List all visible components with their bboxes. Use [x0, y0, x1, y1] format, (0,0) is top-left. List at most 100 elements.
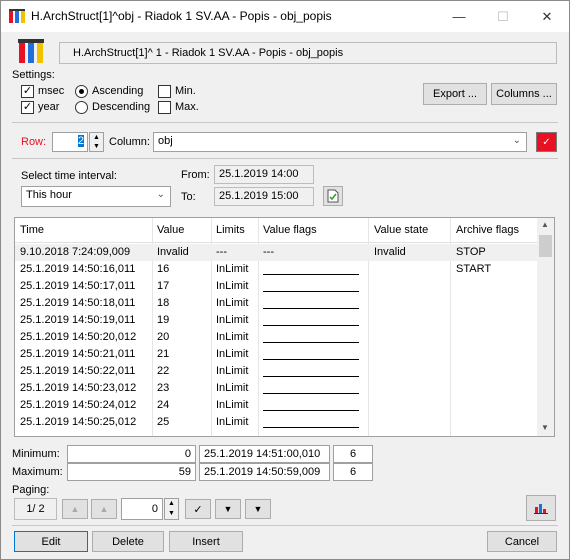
- table-row[interactable]: 25.1.2019 14:50:16,011 16 InLimit START: [15, 261, 539, 278]
- separator: [12, 122, 558, 123]
- cell-limits: InLimit: [216, 416, 249, 428]
- cell-limits: ---: [216, 246, 227, 258]
- vertical-scrollbar[interactable]: ▲ ▼: [537, 218, 554, 436]
- app-icon: [9, 9, 25, 23]
- column-header-limits[interactable]: Limits: [216, 224, 245, 236]
- document-icon: [327, 189, 339, 203]
- max-checkbox[interactable]: [158, 101, 171, 114]
- cell-time: 25.1.2019 14:50:16,011: [20, 263, 136, 275]
- table-row[interactable]: 25.1.2019 14:50:20,012 20 InLimit: [15, 329, 539, 346]
- edit-button[interactable]: Edit: [14, 531, 88, 552]
- column-header-time[interactable]: Time: [20, 224, 44, 236]
- color-picker-button[interactable]: ✓: [536, 132, 557, 152]
- from-label: From:: [181, 169, 210, 181]
- previous-page-button[interactable]: ▲: [91, 499, 117, 519]
- last-page-button[interactable]: ▼: [245, 499, 271, 519]
- table-row[interactable]: 25.1.2019 14:50:18,011 18 InLimit: [15, 295, 539, 312]
- cell-limits: InLimit: [216, 399, 249, 411]
- table-row[interactable]: 25.1.2019 14:50:17,011 17 InLimit: [15, 278, 539, 295]
- cancel-button[interactable]: Cancel: [487, 531, 557, 552]
- interval-select[interactable]: This hour ⌄: [21, 186, 171, 207]
- scroll-down-icon[interactable]: ▼: [541, 423, 549, 432]
- column-header-value[interactable]: Value: [157, 224, 184, 236]
- separator: [12, 158, 558, 159]
- cell-value: 20: [157, 331, 170, 343]
- calendar-button[interactable]: [323, 186, 343, 206]
- ascending-radio[interactable]: [75, 85, 88, 98]
- cell-value: 18: [157, 297, 170, 309]
- interval-label: Select time interval:: [21, 170, 117, 182]
- cell-time: 25.1.2019 14:50:23,012: [20, 382, 137, 394]
- cell-value: 17: [157, 280, 170, 292]
- table-row[interactable]: 9.10.2018 7:24:09,009 Invalid --- --- Invali…: [15, 244, 539, 261]
- export-button[interactable]: Export ...: [423, 83, 487, 105]
- cell-time: 9.10.2018 7:24:09,009: [20, 246, 131, 258]
- table-row[interactable]: 25.1.2019 14:50:24,012 24 InLimit: [15, 397, 539, 414]
- scroll-up-icon[interactable]: ▲: [541, 220, 549, 229]
- cell-flags: ---: [263, 246, 274, 258]
- column-header-archive-flags[interactable]: Archive flags: [456, 224, 519, 236]
- column-header-value-state[interactable]: Value state: [374, 224, 428, 236]
- row-input[interactable]: 2: [52, 132, 88, 152]
- cell-value: 16: [157, 263, 170, 275]
- object-name-field: H.ArchStruct[1]^ 1 - Riadok 1 SV.AA - Po…: [59, 42, 557, 64]
- maximum-time: 25.1.2019 14:50:59,009: [199, 463, 330, 481]
- next-page-icon: ▼: [223, 504, 233, 514]
- to-field: 25.1.2019 15:00: [214, 187, 314, 206]
- table-row[interactable]: 25.1.2019 14:50:23,012 23 InLimit: [15, 380, 539, 397]
- cell-limits: InLimit: [216, 382, 249, 394]
- row-spinner[interactable]: ▲ ▼: [89, 132, 104, 152]
- value-flags-line: [263, 359, 359, 360]
- cell-time: 25.1.2019 14:50:20,012: [20, 331, 137, 343]
- page-indicator: 1/ 2: [14, 498, 57, 520]
- insert-button[interactable]: Insert: [169, 531, 243, 552]
- scroll-thumb[interactable]: [539, 235, 552, 257]
- cell-limits: InLimit: [216, 280, 249, 292]
- msec-label: msec: [38, 85, 65, 97]
- table-row[interactable]: 25.1.2019 14:50:25,012 25 InLimit: [15, 414, 539, 431]
- cell-limits: InLimit: [216, 348, 249, 360]
- cell-value: 24: [157, 399, 170, 411]
- delete-button[interactable]: Delete: [92, 531, 164, 552]
- table-row[interactable]: 25.1.2019 14:50:21,011 21 InLimit: [15, 346, 539, 363]
- cell-value: 23: [157, 382, 170, 394]
- msec-checkbox[interactable]: ✓: [21, 85, 34, 98]
- minimize-button[interactable]: —: [437, 1, 481, 32]
- archive-table[interactable]: Time Value Limits Value flags Value stat…: [14, 217, 555, 437]
- cell-archive: START: [456, 263, 492, 275]
- last-page-icon: ▼: [253, 504, 263, 514]
- year-checkbox[interactable]: ✓: [21, 101, 34, 114]
- columns-button[interactable]: Columns ...: [491, 83, 557, 105]
- table-row[interactable]: 25.1.2019 14:50:22,011 22 InLimit: [15, 363, 539, 380]
- descending-radio[interactable]: [75, 101, 88, 114]
- value-flags-line: [263, 410, 359, 411]
- maximize-button[interactable]: ☐: [481, 1, 525, 32]
- paging-label: Paging:: [12, 484, 50, 496]
- close-button[interactable]: ✕: [525, 1, 569, 32]
- page-step-input[interactable]: 0: [121, 498, 163, 520]
- cell-value: Invalid: [157, 246, 189, 258]
- next-page-button[interactable]: ▼: [215, 499, 241, 519]
- page-step-spinner[interactable]: ▲ ▼: [164, 498, 179, 520]
- min-checkbox[interactable]: [158, 85, 171, 98]
- value-flags-line: [263, 393, 359, 394]
- first-page-button[interactable]: ▲: [62, 499, 88, 519]
- column-value: obj: [158, 135, 173, 147]
- row-value: 2: [77, 135, 84, 147]
- cell-time: 25.1.2019 14:50:24,012: [20, 399, 137, 411]
- table-row[interactable]: 25.1.2019 14:50:19,011 19 InLimit: [15, 312, 539, 329]
- cell-limits: InLimit: [216, 314, 249, 326]
- cell-value: 19: [157, 314, 170, 326]
- min-label: Min.: [175, 85, 196, 97]
- maximum-value: 59: [67, 463, 196, 481]
- minimum-time: 25.1.2019 14:51:00,010: [199, 445, 330, 463]
- column-select[interactable]: obj ⌄: [153, 132, 527, 152]
- go-button[interactable]: ✓: [185, 499, 211, 519]
- row-label: Row:: [21, 136, 47, 148]
- maximum-label: Maximum:: [12, 466, 63, 478]
- cell-value: 22: [157, 365, 170, 377]
- minimum-value: 0: [67, 445, 196, 463]
- graph-button[interactable]: [526, 495, 556, 521]
- column-header-value-flags[interactable]: Value flags: [263, 224, 317, 236]
- interval-value: This hour: [26, 189, 72, 201]
